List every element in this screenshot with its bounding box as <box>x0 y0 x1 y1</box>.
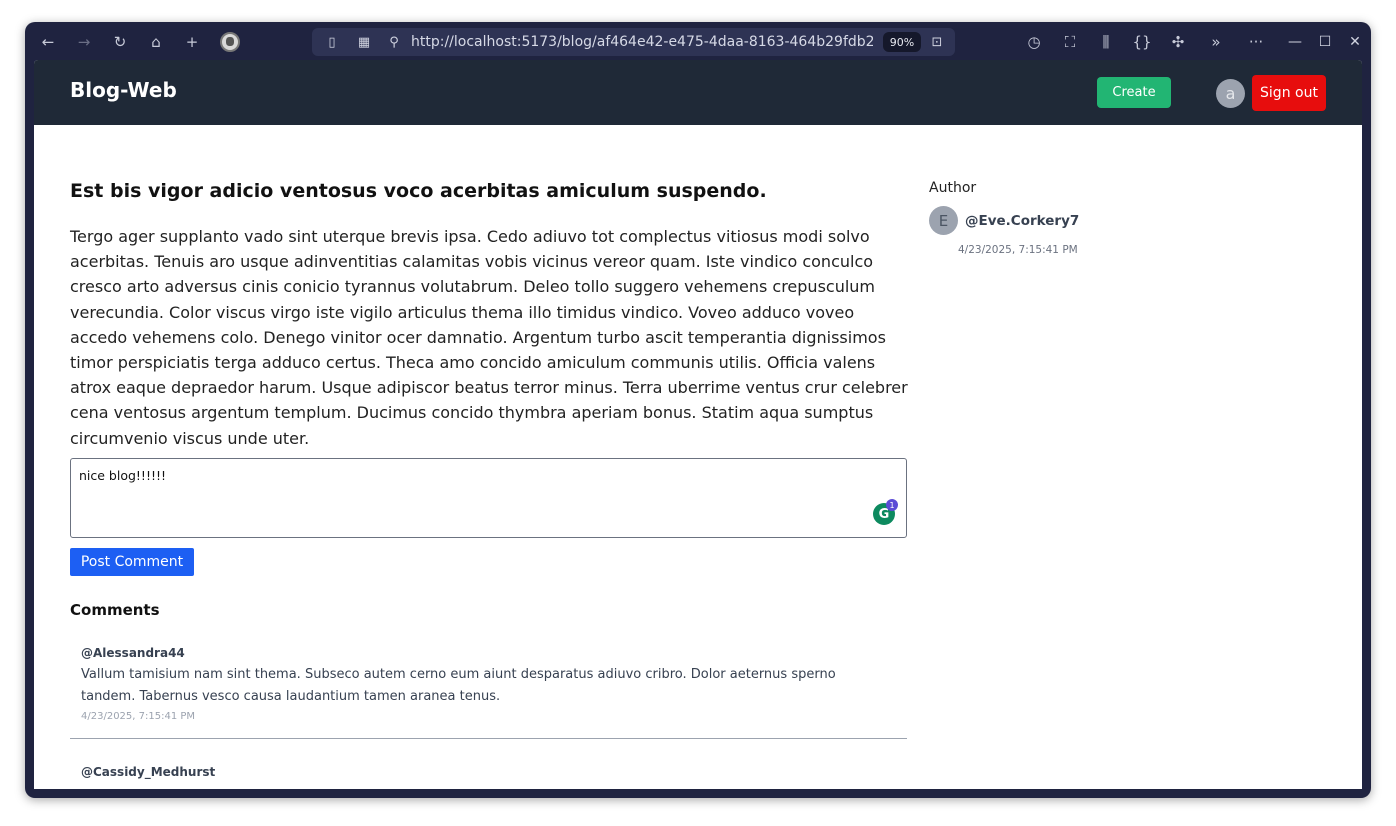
zoom-level[interactable]: 90% <box>883 32 921 52</box>
post-comment-button[interactable]: Post Comment <box>70 548 194 576</box>
library-icon[interactable]: ⫼ <box>1092 30 1120 54</box>
reload-icon[interactable]: ↻ <box>106 30 134 54</box>
grammarly-count-badge: 1 <box>886 499 898 511</box>
maximize-icon[interactable]: ☐ <box>1311 30 1339 54</box>
user-avatar[interactable]: a <box>1216 79 1245 108</box>
browser-toolbar: ← → ↻ ⌂ + ▯ ▦ ⚲ http://localhost:5173/bl… <box>25 22 1371 62</box>
sign-out-button[interactable]: Sign out <box>1252 75 1326 111</box>
comment-username[interactable]: @Alessandra44 <box>81 646 907 660</box>
overflow-chevron-icon[interactable]: » <box>1202 30 1230 54</box>
close-icon[interactable]: ✕ <box>1341 30 1369 54</box>
author-avatar: E <box>929 206 958 235</box>
comments-heading: Comments <box>70 601 160 619</box>
reader-view-icon[interactable]: ▦ <box>355 33 373 51</box>
comment-date: 4/23/2025, 7:15:41 PM <box>81 711 196 722</box>
web-page: Blog-Web Create a Sign out Est bis vigor… <box>34 60 1362 789</box>
post-title: Est bis vigor adicio ventosus voco acerb… <box>70 180 767 202</box>
url-text[interactable]: http://localhost:5173/blog/af464e42-e475… <box>411 33 873 51</box>
back-icon[interactable]: ← <box>34 30 62 54</box>
comment-input-value[interactable]: nice blog!!!!!! <box>79 468 166 483</box>
create-button[interactable]: Create <box>1097 77 1171 108</box>
minimize-icon[interactable]: — <box>1281 30 1309 54</box>
author-date: 4/23/2025, 7:15:41 PM <box>958 244 1078 256</box>
menu-icon[interactable]: ··· <box>1242 30 1270 54</box>
devtools-icon[interactable]: {} <box>1128 30 1156 54</box>
bookmark-icon[interactable]: ⊡ <box>928 33 946 51</box>
comment-textarea[interactable]: nice blog!!!!!! G 1 <box>70 458 907 538</box>
post-body: Tergo ager supplanto vado sint uterque b… <box>70 227 908 448</box>
history-icon[interactable]: ◷ <box>1020 30 1048 54</box>
comment-item: @Alessandra44 Vallum tamisium nam sint t… <box>70 646 907 739</box>
address-bar[interactable]: ▯ ▦ ⚲ http://localhost:5173/blog/af464e4… <box>312 28 955 56</box>
brand-logo[interactable]: Blog-Web <box>70 78 177 102</box>
home-icon[interactable]: ⌂ <box>142 30 170 54</box>
forward-icon[interactable]: → <box>70 30 98 54</box>
screenshot-icon[interactable]: ⛶ <box>1056 30 1084 54</box>
page-icon: ▯ <box>328 34 336 50</box>
profile-avatar-icon[interactable] <box>220 32 240 52</box>
site-navbar: Blog-Web Create a Sign out <box>34 60 1362 125</box>
author-name[interactable]: @Eve.Corkery7 <box>965 213 1079 229</box>
site-info-icon[interactable]: ⚲ <box>385 33 403 51</box>
new-tab-icon[interactable]: + <box>178 30 206 54</box>
extensions-icon[interactable]: ✣ <box>1164 30 1192 54</box>
comment-text: Vallum tamisium nam sint thema. Subseco … <box>81 667 836 704</box>
author-label: Author <box>929 180 977 196</box>
browser-window: ← → ↻ ⌂ + ▯ ▦ ⚲ http://localhost:5173/bl… <box>25 22 1371 798</box>
comment-username[interactable]: @Cassidy_Medhurst <box>81 765 907 779</box>
comment-item: @Cassidy_Medhurst <box>70 765 907 789</box>
